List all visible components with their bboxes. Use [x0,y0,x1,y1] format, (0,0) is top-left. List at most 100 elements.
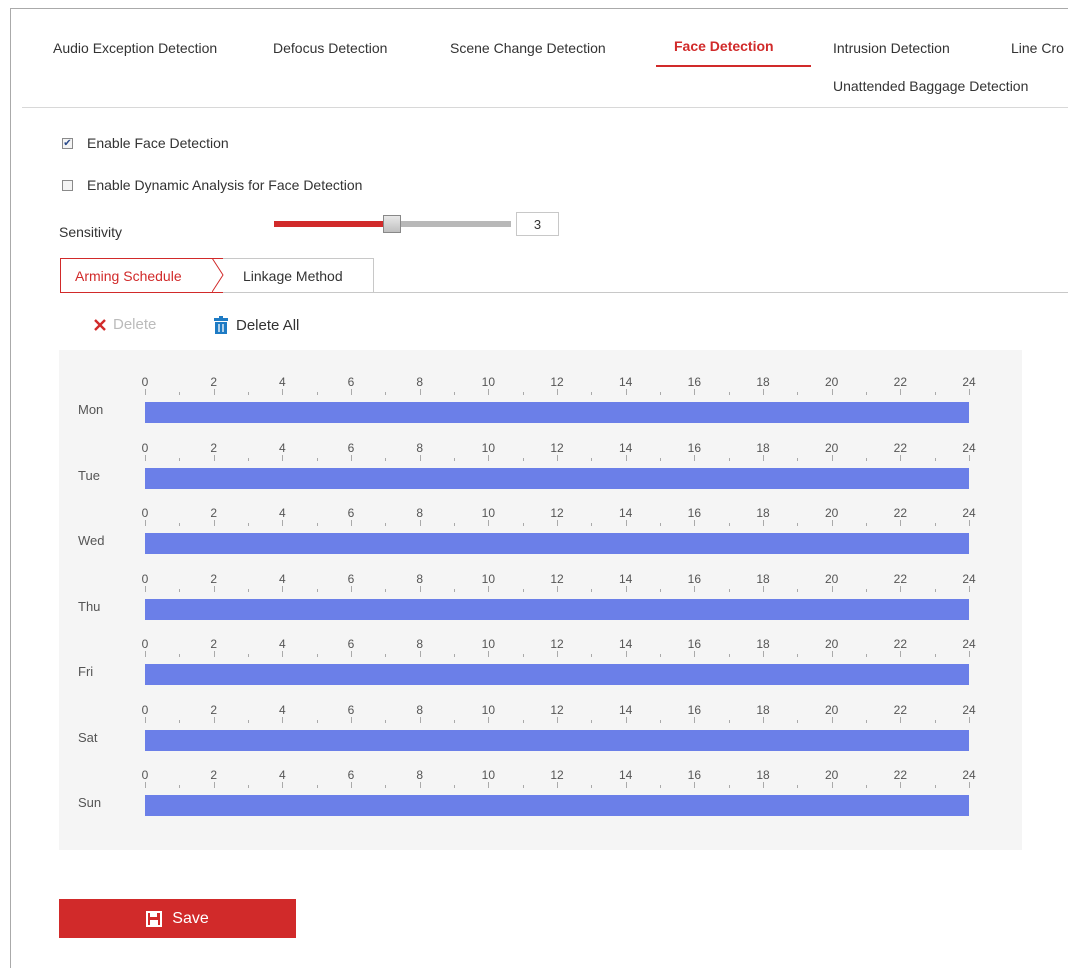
hour-tick [522,457,524,461]
enable-face-detection-checkbox[interactable]: ✔ [62,137,73,149]
subtab-linkage-method[interactable]: Linkage Method [223,258,374,293]
close-icon [93,318,107,332]
schedule-time-bar[interactable] [145,664,969,685]
hour-tick [385,392,387,395]
hour-tick [763,585,764,592]
hour-tick [660,785,661,788]
hour-tick [522,719,524,723]
hour-tick [934,785,936,788]
hour-tick [316,588,318,592]
hour-tick-label: 22 [893,702,908,717]
hour-tick [351,651,352,657]
save-icon [146,910,163,927]
hour-tick [969,520,970,526]
hour-tick-label: 4 [278,375,286,389]
enable-dynamic-analysis-checkbox[interactable] [62,179,73,191]
tab-face-detection[interactable]: Face Detection [674,38,774,54]
hour-tick [625,716,627,723]
schedule-time-bar[interactable] [145,598,969,620]
hour-tick [385,588,387,592]
hour-tick-label: 6 [347,440,355,455]
hour-tick-label: 14 [618,375,633,389]
hour-tick [797,654,799,657]
hour-tick-label: 2 [210,440,217,455]
tab-intrusion-detection[interactable]: Intrusion Detection [833,40,950,56]
hour-tick [248,457,249,461]
hour-tick-label: 10 [481,506,496,520]
hour-tick-label: 20 [824,375,839,389]
hour-tick [213,782,215,788]
save-button[interactable]: Save [59,899,296,938]
schedule-time-bar[interactable] [145,729,969,751]
hour-tick [522,654,524,657]
hour-tick [728,392,730,395]
hour-tick [488,520,490,526]
hour-tick [831,782,833,788]
hour-tick-label: 6 [347,506,355,520]
hour-tick-label: 18 [756,637,770,651]
hour-tick-label: 16 [687,637,702,651]
sensitivity-slider-fill [274,221,393,227]
hour-tick [145,454,146,461]
hour-tick [694,389,696,395]
hour-tick [660,392,661,395]
hour-tick-label: 10 [481,702,496,717]
hour-tick [522,523,524,526]
hour-tick [934,719,936,723]
delete-button[interactable]: Delete [93,316,156,333]
hour-tick-label: 20 [824,637,839,651]
sensitivity-slider-thumb[interactable] [383,215,401,233]
hour-tick [694,585,696,592]
schedule-time-bar[interactable] [145,795,969,816]
tab-scene-change-detection[interactable]: Scene Change Detection [450,40,606,56]
hour-tick-label: 4 [278,506,286,520]
hour-tick-label: 20 [824,506,839,520]
schedule-time-bar[interactable] [145,533,969,554]
delete-all-button[interactable]: Delete All [212,316,299,334]
hour-tick [522,785,524,788]
hour-tick [591,785,593,788]
sensitivity-value-field[interactable]: 3 [516,212,559,236]
subtab-arming-schedule[interactable]: Arming Schedule [60,258,224,293]
hour-tick [316,654,318,657]
hour-ruler: 0 2 4 6 8 10 12 14 16 18 20 22 24 [142,768,976,788]
hour-tick [831,454,833,461]
hour-tick-label: 6 [347,637,355,651]
hour-tick [282,651,284,657]
tab-unattended-baggage-detection[interactable]: Unattended Baggage Detection [833,78,1028,94]
hour-tick [900,651,902,657]
hour-tick-label: 22 [893,637,908,651]
hour-tick [419,454,421,461]
hour-tick-label: 10 [481,375,496,389]
hour-tick [282,454,284,461]
hour-tick [454,654,455,657]
hour-tick [866,588,867,592]
hour-ruler: 0 2 4 6 8 10 12 14 16 18 20 22 24 [142,572,976,592]
subtab-linkage-method-label: Linkage Method [243,267,343,284]
tab-line-crossing-detection[interactable]: Line Cro [1011,40,1064,56]
hour-tick-label: 24 [962,637,976,651]
hour-tick [591,523,593,526]
hour-tick-label: 8 [416,702,423,717]
hour-tick [831,651,833,657]
sensitivity-label: Sensitivity [59,224,123,240]
hour-tick [248,654,249,657]
hour-tick [488,782,490,788]
hour-tick [900,520,902,526]
hour-tick [831,585,833,592]
hour-tick-label: 22 [893,506,908,520]
hour-tick [660,588,661,592]
hour-tick [385,654,387,657]
hour-tick [351,520,352,526]
tab-audio-exception-detection[interactable]: Audio Exception Detection [53,40,217,56]
hour-tick [488,651,490,657]
tab-defocus-detection[interactable]: Defocus Detection [273,40,387,56]
hour-tick [248,523,249,526]
hour-tick-label: 18 [756,768,770,782]
hour-tick-label: 10 [481,440,496,455]
schedule-time-bar[interactable] [145,467,969,489]
hour-tick [763,454,764,461]
hour-tick [351,585,352,592]
schedule-time-bar[interactable] [145,402,969,423]
hour-tick-label: 16 [687,506,702,520]
